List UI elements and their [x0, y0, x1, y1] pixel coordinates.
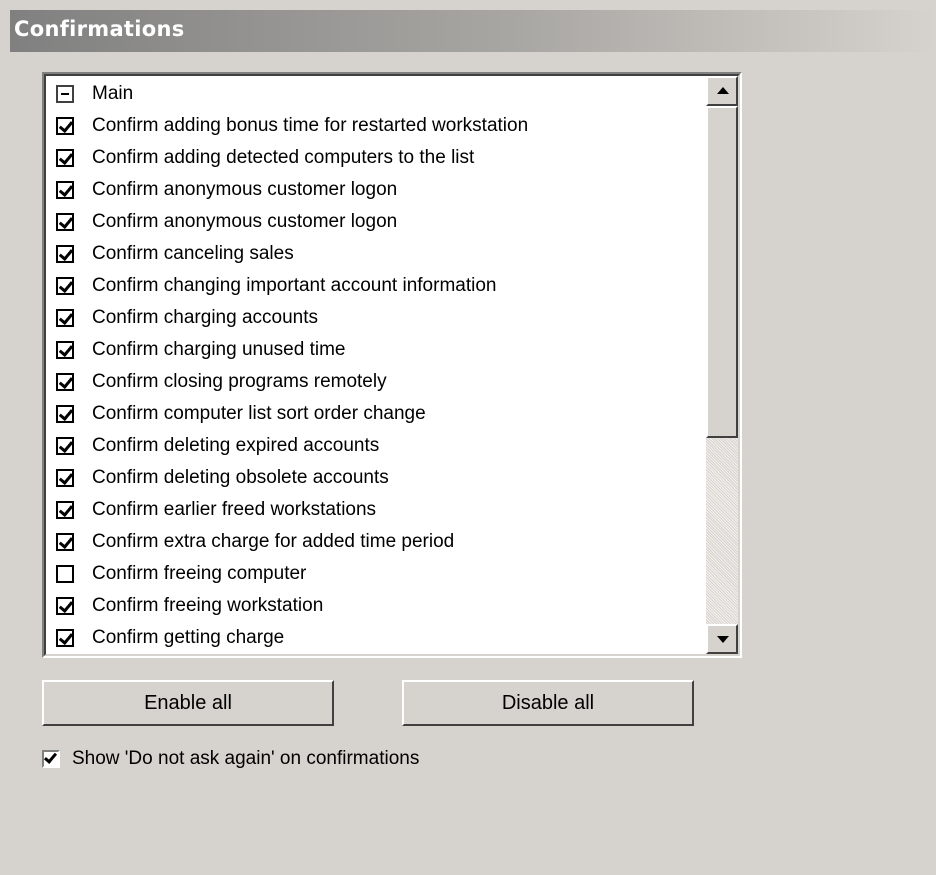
list-item[interactable]: Confirm earlier freed workstations	[46, 494, 702, 526]
item-checkbox[interactable]	[56, 373, 74, 391]
item-label: Confirm anonymous customer logon	[92, 211, 398, 232]
list-item[interactable]: Confirm freeing workstation	[46, 590, 702, 622]
item-checkbox[interactable]	[56, 309, 74, 327]
item-checkbox[interactable]	[56, 533, 74, 551]
item-label: Confirm extra charge for added time peri…	[92, 531, 455, 552]
list-item[interactable]: Confirm deleting obsolete accounts	[46, 462, 702, 494]
item-checkbox[interactable]	[56, 565, 74, 583]
item-label: Confirm canceling sales	[92, 243, 294, 264]
collapse-icon[interactable]	[56, 85, 74, 103]
list-item[interactable]: Confirm freeing computer	[46, 558, 702, 590]
item-label: Confirm adding bonus time for restarted …	[92, 115, 529, 136]
group-label: Main	[92, 83, 134, 104]
list-item[interactable]: Confirm getting charge	[46, 622, 702, 654]
item-label: Confirm earlier freed workstations	[92, 499, 377, 520]
item-label: Confirm charging accounts	[92, 307, 318, 328]
panel-title: Confirmations	[14, 17, 185, 41]
list-item[interactable]: Confirm adding bonus time for restarted …	[46, 110, 702, 142]
item-label: Confirm changing important account infor…	[92, 275, 497, 296]
item-checkbox[interactable]	[56, 469, 74, 487]
confirmations-list[interactable]: Main Confirm adding bonus time for resta…	[42, 72, 742, 658]
group-row-main[interactable]: Main	[46, 78, 702, 110]
panel-header: Confirmations	[10, 10, 936, 52]
item-checkbox[interactable]	[56, 213, 74, 231]
disable-all-button[interactable]: Disable all	[402, 680, 694, 726]
item-label: Confirm computer list sort order change	[92, 403, 426, 424]
item-label: Confirm freeing computer	[92, 563, 307, 584]
list-item[interactable]: Confirm anonymous customer logon	[46, 174, 702, 206]
item-checkbox[interactable]	[56, 629, 74, 647]
item-label: Confirm getting charge	[92, 627, 285, 648]
item-label: Confirm deleting obsolete accounts	[92, 467, 389, 488]
list-item[interactable]: Confirm charging unused time	[46, 334, 702, 366]
scroll-down-button[interactable]	[706, 624, 738, 654]
item-label: Confirm anonymous customer logon	[92, 179, 398, 200]
scrollbar-thumb[interactable]	[706, 106, 738, 438]
item-checkbox[interactable]	[56, 277, 74, 295]
item-checkbox[interactable]	[56, 149, 74, 167]
item-checkbox[interactable]	[56, 181, 74, 199]
item-checkbox[interactable]	[56, 597, 74, 615]
do-not-ask-again-option[interactable]: Show 'Do not ask again' on confirmations	[42, 746, 419, 772]
scroll-up-button[interactable]	[706, 76, 738, 106]
item-checkbox[interactable]	[56, 341, 74, 359]
item-label: Confirm closing programs remotely	[92, 371, 387, 392]
arrow-up-icon	[717, 87, 729, 94]
list-item[interactable]: Confirm charging accounts	[46, 302, 702, 334]
list-item[interactable]: Confirm canceling sales	[46, 238, 702, 270]
list-item[interactable]: Confirm extra charge for added time peri…	[46, 526, 702, 558]
item-label: Confirm freeing workstation	[92, 595, 324, 616]
item-label: Confirm charging unused time	[92, 339, 346, 360]
item-checkbox[interactable]	[56, 437, 74, 455]
item-checkbox[interactable]	[56, 245, 74, 263]
enable-all-button[interactable]: Enable all	[42, 680, 334, 726]
list-item[interactable]: Confirm computer list sort order change	[46, 398, 702, 430]
list-item[interactable]: Confirm changing important account infor…	[46, 270, 702, 302]
item-checkbox[interactable]	[56, 405, 74, 423]
confirmations-list-rows: Main Confirm adding bonus time for resta…	[46, 76, 702, 654]
item-label: Confirm deleting expired accounts	[92, 435, 380, 456]
do-not-ask-again-checkbox[interactable]	[42, 750, 60, 768]
vertical-scrollbar[interactable]	[706, 76, 738, 654]
item-label: Confirm adding detected computers to the…	[92, 147, 475, 168]
item-checkbox[interactable]	[56, 117, 74, 135]
list-item[interactable]: Confirm closing programs remotely	[46, 366, 702, 398]
do-not-ask-again-label: Show 'Do not ask again' on confirmations	[72, 748, 420, 769]
list-item[interactable]: Confirm anonymous customer logon	[46, 206, 702, 238]
list-item[interactable]: Confirm deleting expired accounts	[46, 430, 702, 462]
list-item[interactable]: Confirm adding detected computers to the…	[46, 142, 702, 174]
item-checkbox[interactable]	[56, 501, 74, 519]
arrow-down-icon	[717, 636, 729, 643]
